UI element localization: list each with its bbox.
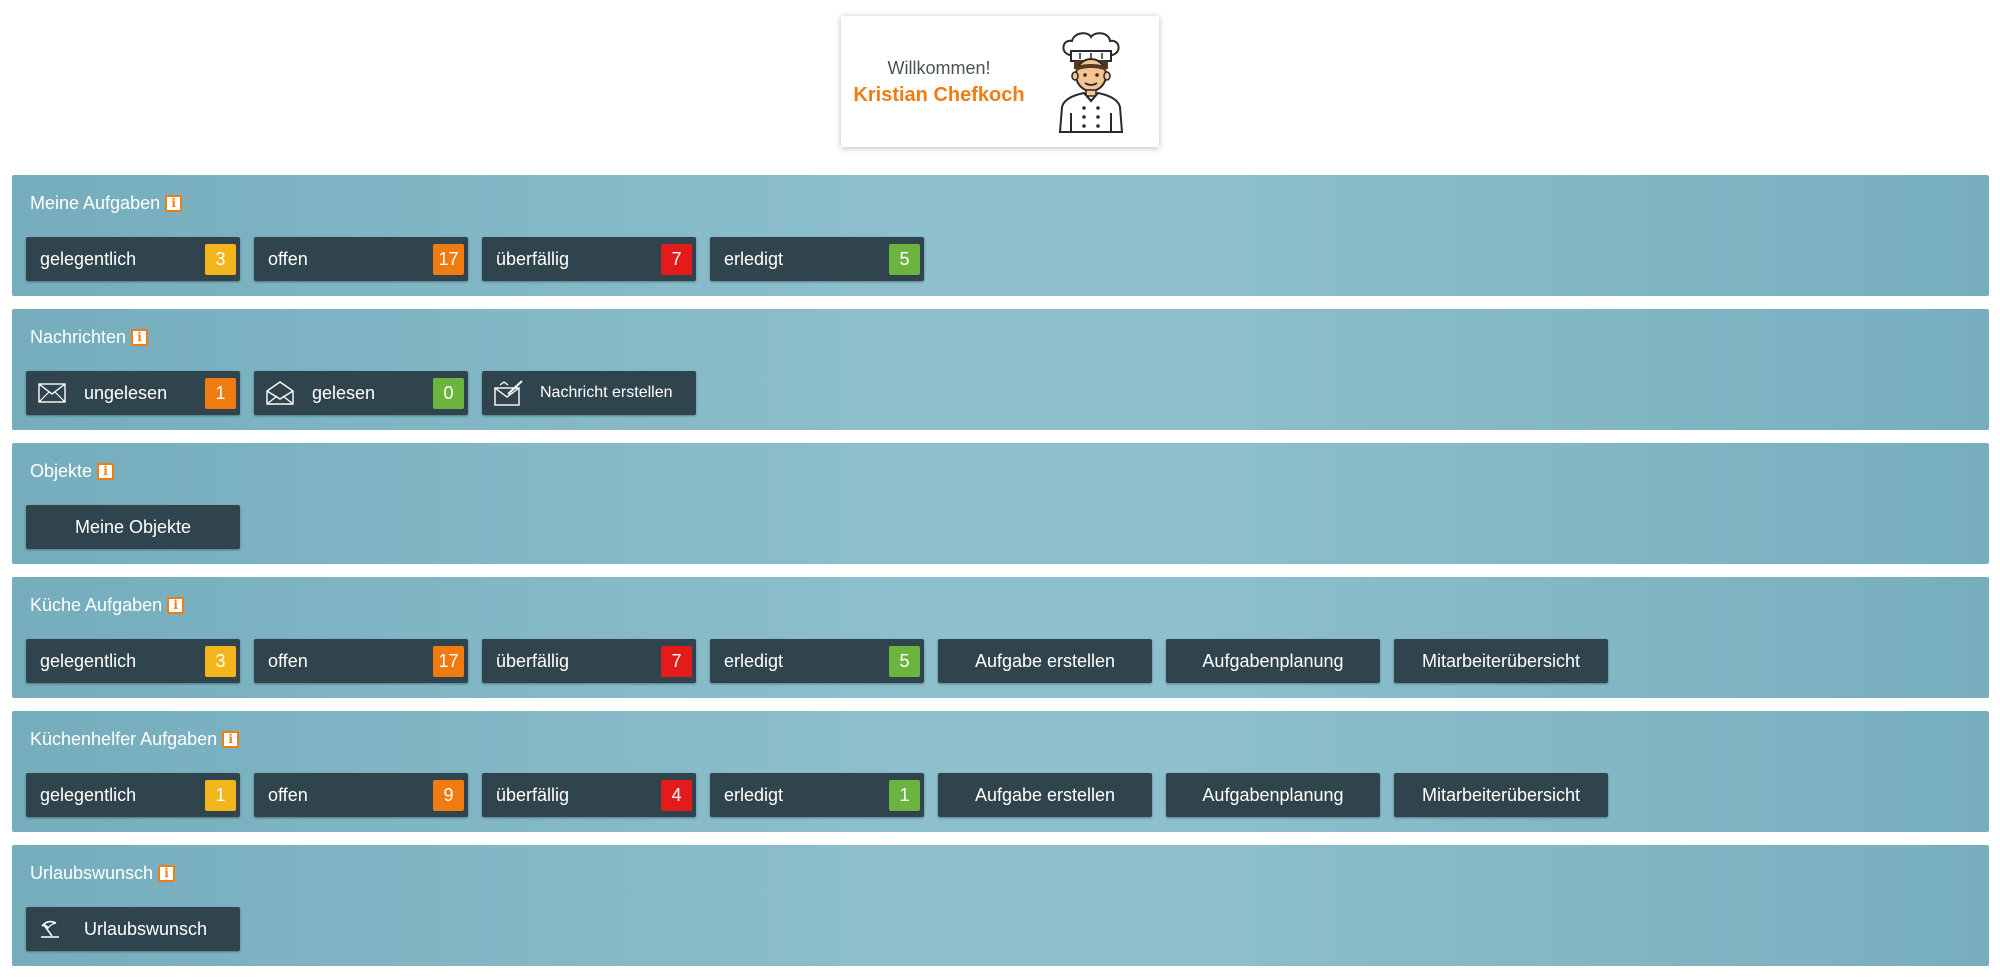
aufgabe-erstellen-button[interactable]: Aufgabe erstellen (938, 773, 1152, 817)
button-label: Mitarbeiterübersicht (1421, 784, 1581, 805)
button-label: offen (268, 248, 308, 269)
count-badge: 1 (889, 779, 920, 811)
panel-title: Küchenhelfer Aufgaben i (30, 729, 240, 750)
panel-kueche-aufgaben: Küche Aufgaben i gelegentlich 3 offen 17… (12, 577, 1989, 698)
ueberfaellig-button[interactable]: überfällig 4 (482, 773, 696, 817)
user-name: Kristian Chefkoch (853, 84, 1025, 106)
panel-title-text: Urlaubswunsch (30, 863, 154, 883)
panel-title-text: Meine Aufgaben (30, 193, 161, 213)
aufgabenplanung-button[interactable]: Aufgabenplanung (1166, 639, 1380, 683)
gelegentlich-button[interactable]: gelegentlich 3 (26, 639, 240, 683)
button-label: gelegentlich (40, 248, 137, 269)
meine-objekte-button[interactable]: Meine Objekte (26, 505, 240, 549)
panel-objekte: Objekte i Meine Objekte (12, 443, 1989, 564)
count-badge: 3 (205, 243, 236, 275)
offen-button[interactable]: offen 17 (254, 237, 468, 281)
button-label: überfällig (496, 650, 570, 671)
count-badge: 5 (889, 243, 920, 275)
gelegentlich-button[interactable]: gelegentlich 3 (26, 237, 240, 281)
button-label: ungelesen (84, 382, 168, 403)
panel-title: Küche Aufgaben i (30, 595, 185, 616)
offen-button[interactable]: offen 17 (254, 639, 468, 683)
aufgabe-erstellen-button[interactable]: Aufgabe erstellen (938, 639, 1152, 683)
urlaubswunsch-button[interactable]: Urlaubswunsch (26, 907, 240, 951)
count-badge: 17 (433, 243, 464, 275)
button-label: Aufgabe erstellen (974, 784, 1116, 805)
panel-meine-aufgaben: Meine Aufgaben i gelegentlich 3 offen 17… (12, 175, 1989, 296)
erledigt-button[interactable]: erledigt 5 (710, 237, 924, 281)
count-badge: 1 (205, 779, 236, 811)
beach-umbrella-icon (38, 917, 68, 941)
panel-title-text: Objekte (30, 461, 93, 481)
info-icon[interactable]: i (165, 195, 183, 212)
button-label: offen (268, 784, 308, 805)
panel-urlaubswunsch: Urlaubswunsch i Urlaubswunsch (12, 845, 1989, 966)
mitarbeiteruebersicht-button[interactable]: Mitarbeiterübersicht (1394, 639, 1608, 683)
button-label: erledigt (724, 248, 784, 269)
ueberfaellig-button[interactable]: überfällig 7 (482, 237, 696, 281)
panel-kuechenhelfer-aufgaben: Küchenhelfer Aufgaben i gelegentlich 1 o… (12, 711, 1989, 832)
aufgabenplanung-button[interactable]: Aufgabenplanung (1166, 773, 1380, 817)
count-badge: 4 (661, 779, 692, 811)
button-label: erledigt (724, 650, 784, 671)
count-badge: 9 (433, 779, 464, 811)
button-label: überfällig (496, 248, 570, 269)
count-badge: 3 (205, 645, 236, 677)
count-badge: 0 (433, 377, 464, 409)
info-icon[interactable]: i (167, 597, 185, 614)
count-badge: 7 (661, 645, 692, 677)
count-badge: 17 (433, 645, 464, 677)
envelope-write-icon (494, 380, 524, 406)
count-badge: 1 (205, 377, 236, 409)
button-label: Aufgabe erstellen (974, 650, 1116, 671)
erledigt-button[interactable]: erledigt 5 (710, 639, 924, 683)
panel-title-text: Nachrichten (30, 327, 127, 347)
chef-avatar-icon (1058, 32, 1124, 133)
button-label: gelesen (312, 382, 376, 403)
button-label: Aufgabenplanung (1202, 650, 1344, 671)
button-label: Meine Objekte (74, 516, 192, 537)
erledigt-button[interactable]: erledigt 1 (710, 773, 924, 817)
button-label: Aufgabenplanung (1202, 784, 1344, 805)
welcome-greeting: Willkommen! (887, 58, 991, 78)
welcome-card: Willkommen! Kristian Chefkoch (841, 16, 1159, 147)
ungelesen-button[interactable]: ungelesen 1 (26, 371, 240, 415)
button-label: gelegentlich (40, 650, 137, 671)
gelesen-button[interactable]: gelesen 0 (254, 371, 468, 415)
button-label: Urlaubswunsch (84, 918, 208, 939)
button-label: gelegentlich (40, 784, 137, 805)
panel-title-text: Küche Aufgaben (30, 595, 163, 615)
info-icon[interactable]: i (222, 731, 240, 748)
button-label: offen (268, 650, 308, 671)
envelope-open-icon (266, 381, 296, 405)
panel-nachrichten: Nachrichten i ungelesen 1 gelesen 0 Nach… (12, 309, 1989, 430)
panel-title: Urlaubswunsch i (30, 863, 176, 884)
envelope-closed-icon (38, 381, 68, 405)
count-badge: 5 (889, 645, 920, 677)
nachricht-erstellen-button[interactable]: Nachricht erstellen (482, 371, 696, 415)
info-icon[interactable]: i (131, 329, 149, 346)
offen-button[interactable]: offen 9 (254, 773, 468, 817)
panel-title-text: Küchenhelfer Aufgaben (30, 729, 218, 749)
gelegentlich-button[interactable]: gelegentlich 1 (26, 773, 240, 817)
button-label: überfällig (496, 784, 570, 805)
button-label: Nachricht erstellen (540, 384, 673, 401)
ueberfaellig-button[interactable]: überfällig 7 (482, 639, 696, 683)
panel-title: Objekte i (30, 461, 115, 482)
mitarbeiteruebersicht-button[interactable]: Mitarbeiterübersicht (1394, 773, 1608, 817)
panel-title: Meine Aufgaben i (30, 193, 183, 214)
count-badge: 7 (661, 243, 692, 275)
info-icon[interactable]: i (97, 463, 115, 480)
button-label: Mitarbeiterübersicht (1421, 650, 1581, 671)
button-label: erledigt (724, 784, 784, 805)
panel-title: Nachrichten i (30, 327, 149, 348)
info-icon[interactable]: i (158, 865, 176, 882)
